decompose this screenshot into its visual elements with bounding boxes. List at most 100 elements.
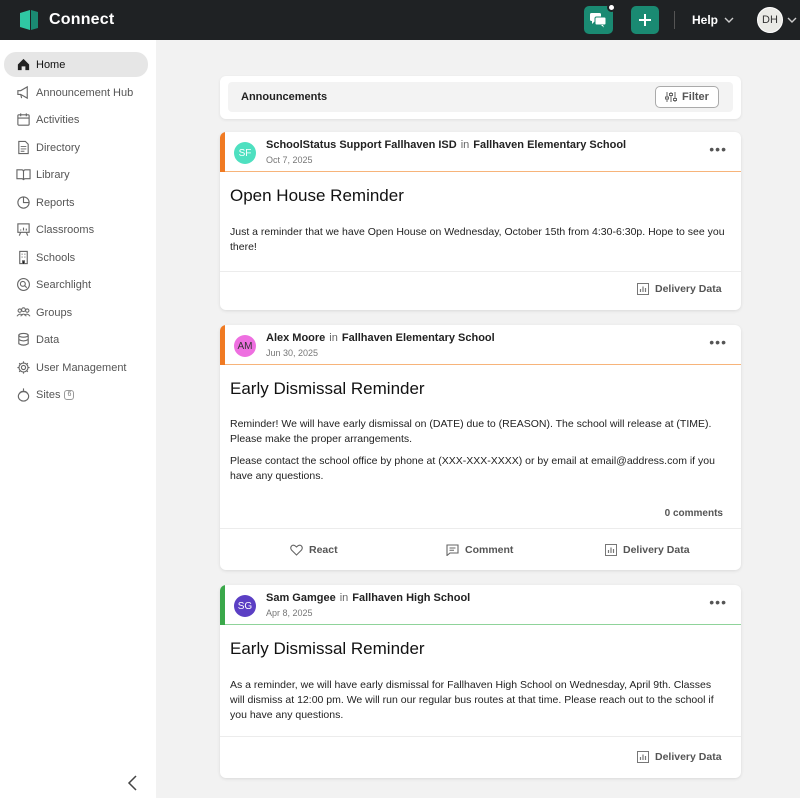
delivery-data-label: Delivery Data [655,283,722,295]
help-label: Help [691,13,718,27]
megaphone-icon [15,85,31,101]
announcement-card: SG Sam Gamgee in Fallhaven High School Apr… [220,585,741,778]
help-menu[interactable]: Help [692,13,734,27]
sidebar-item-label: Library [36,168,70,181]
avatar[interactable]: SG [234,595,256,617]
create-button[interactable] [630,6,659,34]
document-icon [15,140,31,156]
bar-chart-icon [605,544,617,556]
announcements-header: Announcements Filter [220,76,741,119]
chat-bubbles-icon [590,13,607,28]
sidebar-item-announcement-hub[interactable]: Announcement Hub [4,80,148,105]
school-name[interactable]: Fallhaven High School [352,592,470,604]
sidebar-item-label: Data [36,333,60,346]
sidebar-item-activities[interactable]: Activities [4,107,148,132]
post-author-line: SchoolStatus Support Fallhaven ISD in Fall… [266,139,626,151]
delivery-data-button[interactable]: Delivery Data [637,283,722,295]
pie-chart-icon [15,195,31,211]
post-paragraph: As a reminder, we will have early dismis… [230,679,714,721]
post-title: Early Dismissal Reminder [230,379,425,398]
sidebar-item-user-management[interactable]: User Management [4,355,148,380]
divider [220,528,741,529]
sidebar-item-groups[interactable]: Groups [4,300,148,325]
filter-sliders-icon [665,92,678,102]
post-date: Oct 7, 2025 [266,155,313,165]
post-date: Jun 30, 2025 [266,348,319,358]
sidebar-item-label: Reports [36,196,75,209]
sidebar-item-label: Directory [36,141,81,154]
announcement-card: SF SchoolStatus Support Fallhaven ISD in F… [220,132,741,310]
filter-label: Filter [682,91,709,103]
post-date: Apr 8, 2025 [266,608,313,618]
divider [225,364,741,365]
notification-dot [606,3,616,12]
filter-button[interactable]: Filter [655,86,719,108]
react-button[interactable]: React [290,544,338,556]
home-icon [15,57,31,73]
in-label: in [329,332,338,344]
sidebar-item-label: Schools [36,251,76,264]
bar-chart-icon [637,283,649,295]
announcements-title: Announcements [241,91,328,103]
sidebar-item-label: Sites [36,388,61,401]
comment-icon [446,544,459,556]
author-name[interactable]: Alex Moore [266,332,325,344]
divider [220,736,741,737]
sites-count-badge: 6 [64,389,75,400]
avatar[interactable]: AM [234,335,256,357]
sidebar-item-sites[interactable]: Sites 6 [4,382,148,407]
more-options-icon[interactable]: ••• [709,141,727,157]
sidebar-item-label: Activities [36,113,80,126]
post-body: Just a reminder that we have Open House … [230,225,725,255]
book-icon [15,167,31,183]
sidebar-item-searchlight[interactable]: Searchlight [4,272,148,297]
bar-chart-icon [637,751,649,763]
app-logo[interactable]: Connect [18,9,114,31]
searchlight-icon [15,277,31,293]
user-avatar[interactable]: DH [757,7,783,33]
database-icon [15,332,31,348]
author-name[interactable]: Sam Gamgee [266,592,336,604]
sidebar-item-directory[interactable]: Directory [4,135,148,160]
main-content: Announcements Filter SF SchoolStatus Sup… [156,40,800,798]
delivery-data-button[interactable]: Delivery Data [637,751,722,763]
presentation-icon [15,222,31,238]
connect-logo-icon [20,10,38,30]
sidebar-item-data[interactable]: Data [4,327,148,352]
sidebar-item-library[interactable]: Library [4,162,148,187]
sidebar-item-home[interactable]: Home [4,52,148,77]
school-name[interactable]: Fallhaven Elementary School [473,139,626,151]
gear-icon [15,360,31,376]
sidebar-item-schools[interactable]: Schools [4,245,148,270]
divider [673,11,675,29]
more-options-icon[interactable]: ••• [709,334,727,350]
sidebar-item-label: Classrooms [36,223,95,236]
post-title: Open House Reminder [230,186,404,205]
sidebar-item-label: Groups [36,306,73,319]
react-label: React [309,544,338,556]
post-author-line: Sam Gamgee in Fallhaven High School [266,592,470,604]
comment-button[interactable]: Comment [446,544,513,556]
author-name[interactable]: SchoolStatus Support Fallhaven ISD [266,139,457,151]
messages-button[interactable] [583,3,616,34]
comments-count[interactable]: 0 comments [665,508,723,519]
sidebar-item-classrooms[interactable]: Classrooms [4,217,148,242]
post-title: Early Dismissal Reminder [230,639,425,658]
card-accent [220,585,225,625]
comment-label: Comment [465,544,514,556]
sidebar: Home Announcement Hub Activities Directo… [0,40,156,798]
delivery-data-button[interactable]: Delivery Data [605,544,690,556]
more-options-icon[interactable]: ••• [709,594,727,610]
post-body: Reminder! We will have early dismissal o… [230,417,725,484]
collapse-sidebar-icon[interactable] [126,774,140,792]
delivery-data-label: Delivery Data [623,544,690,556]
sidebar-item-label: Home [36,58,66,71]
school-name[interactable]: Fallhaven Elementary School [342,332,495,344]
app-title: Connect [49,11,115,28]
sites-icon [15,387,31,403]
chevron-down-icon[interactable] [787,17,797,23]
card-accent [220,132,225,172]
avatar[interactable]: SF [234,142,256,164]
divider [225,624,741,625]
sidebar-item-reports[interactable]: Reports [4,190,148,215]
